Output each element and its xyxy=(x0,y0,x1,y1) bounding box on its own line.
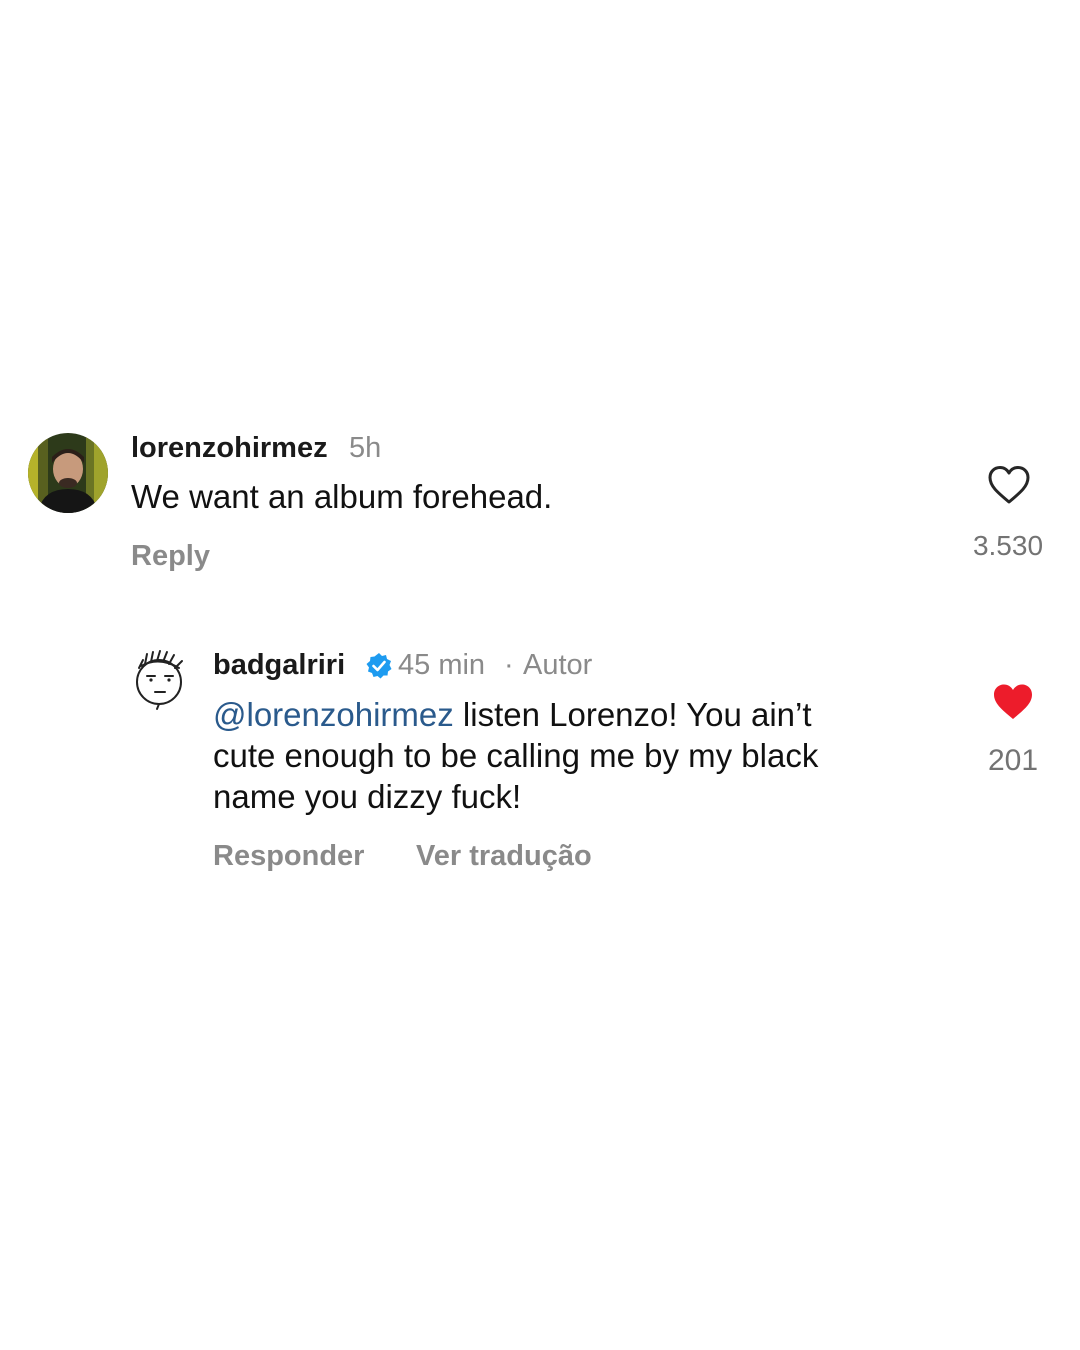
comment-text: @lorenzohirmez listen Lorenzo! You ain’t… xyxy=(213,694,933,817)
mention-link[interactable]: @lorenzohirmez xyxy=(213,696,454,733)
meta-separator: · xyxy=(504,649,514,681)
comment-text-line-1: @lorenzohirmez listen Lorenzo! You ain’t xyxy=(213,694,933,735)
author-badge: Autor xyxy=(523,649,593,681)
comment-text-line-2: cute enough to be calling me by my black xyxy=(213,737,819,774)
translate-button[interactable]: Ver tradução xyxy=(416,840,592,873)
comment-time: 45 min xyxy=(398,649,486,681)
avatar-badgalriri[interactable] xyxy=(127,646,191,710)
like-button[interactable] xyxy=(991,682,1035,722)
doodle-face-avatar-icon xyxy=(136,650,183,710)
heart-filled-icon xyxy=(994,684,1032,719)
reply-button[interactable]: Responder xyxy=(213,840,364,873)
comment-text-line-3: name you dizzy fuck! xyxy=(213,778,522,815)
verified-badge-icon xyxy=(365,652,393,680)
like-count: 201 xyxy=(987,744,1039,777)
comment-text-line-1-rest: listen Lorenzo! You ain’t xyxy=(453,696,812,733)
username-badgalriri[interactable]: badgalriri xyxy=(213,649,345,682)
comment-badgalriri: badgalriri 45 min · Autor @lorenzohirmez… xyxy=(0,0,1080,900)
